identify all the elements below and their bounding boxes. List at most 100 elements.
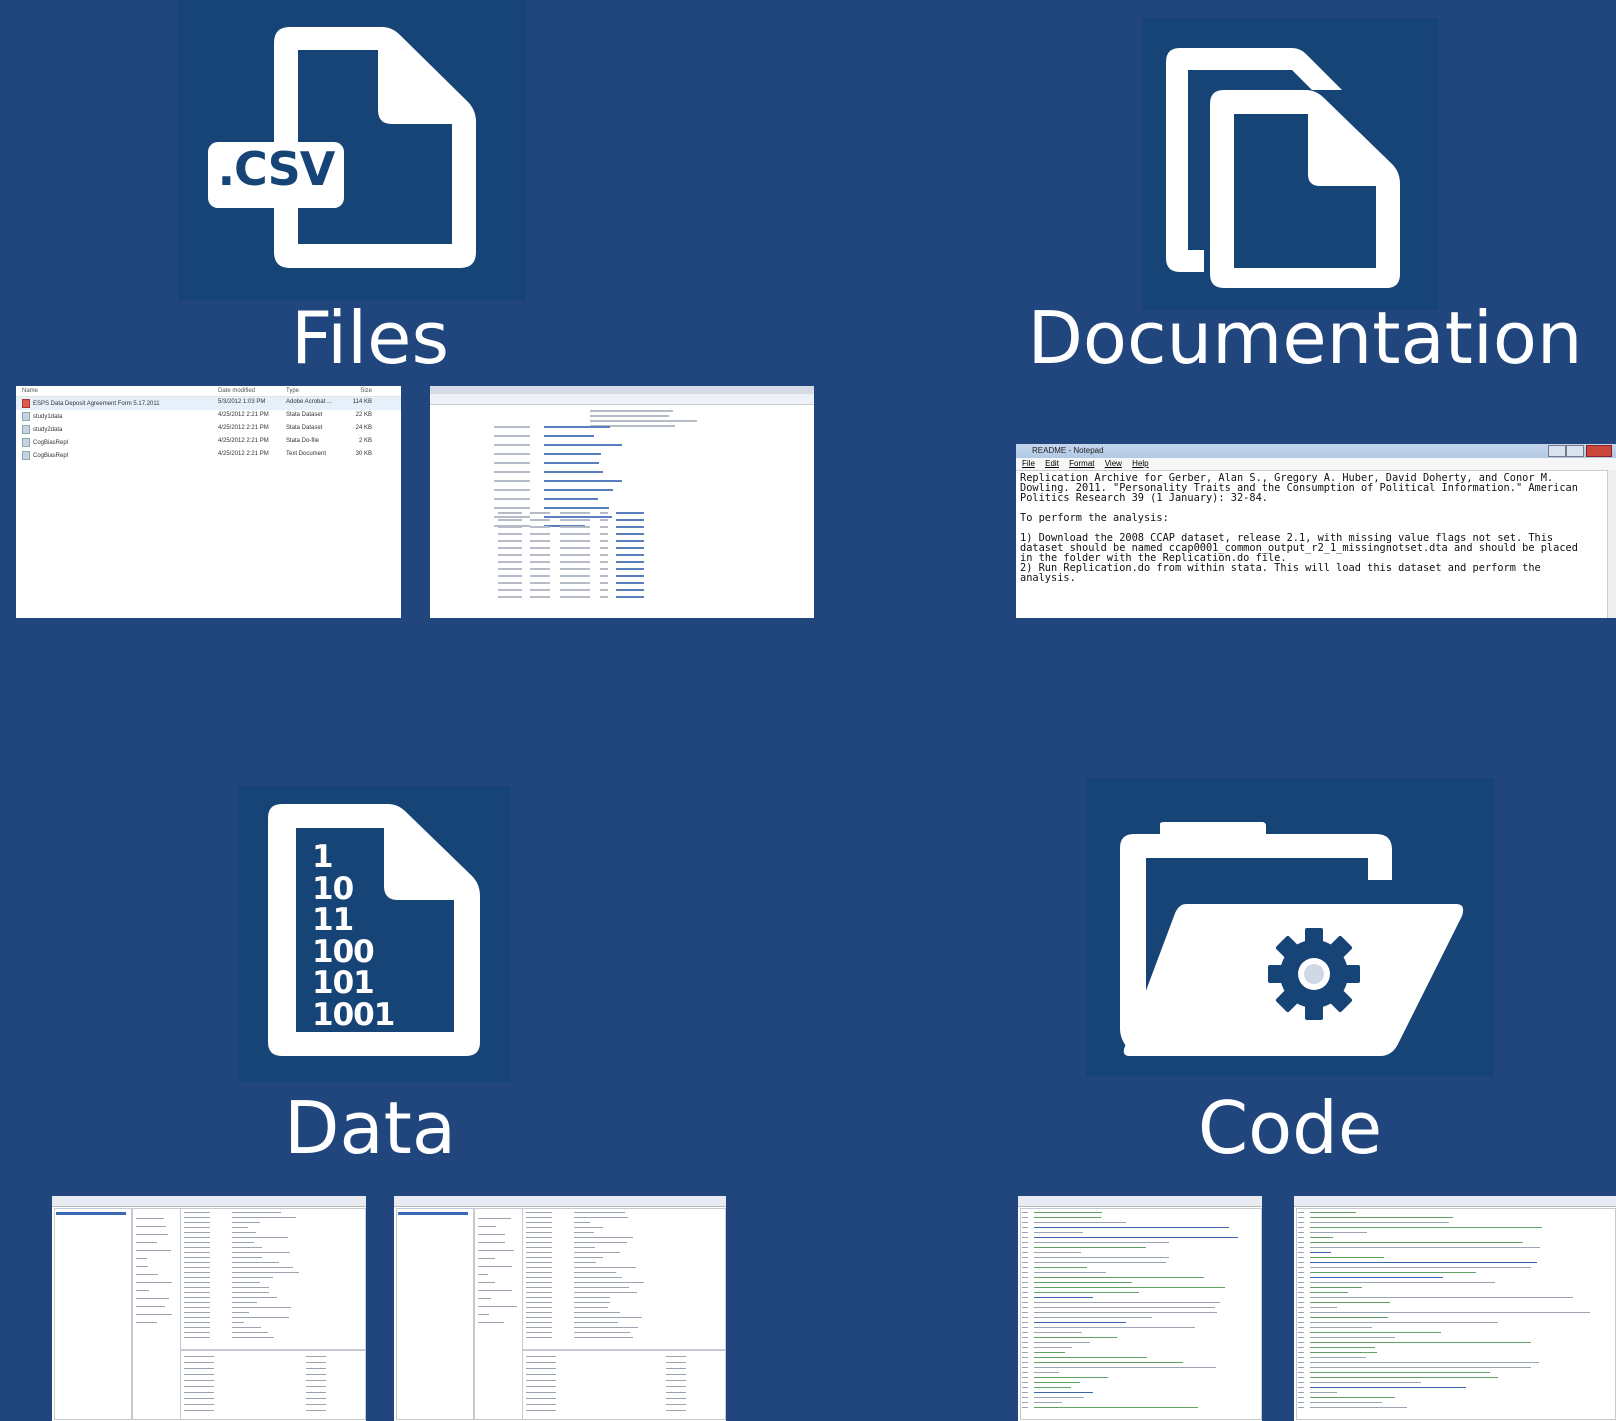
menu-view[interactable]: View [1105,459,1122,468]
text-line [616,596,644,598]
text-line [1022,1362,1028,1363]
text-line [574,1272,616,1273]
menu-file[interactable]: File [1022,459,1035,468]
text-line [136,1250,172,1251]
text-line [526,1398,556,1399]
text-line [526,1287,552,1288]
text-line [666,1404,686,1405]
text-line [1022,1312,1028,1313]
text-line [526,1222,552,1223]
text-line [1034,1402,1062,1403]
text-line [1298,1257,1304,1258]
text-line [526,1232,552,1233]
browser-tab-bar [430,386,814,394]
text-line [136,1226,166,1227]
text-line [1034,1322,1126,1323]
file-row[interactable]: ESPS Data Deposit Agreement Form 5.17.20… [16,397,401,410]
text-line [1034,1387,1072,1388]
text-line [530,526,550,528]
text-line [1022,1212,1028,1213]
text-line [574,1307,608,1308]
text-line [478,1226,497,1227]
text-line [306,1410,326,1411]
text-line [1022,1232,1028,1233]
text-line [600,547,608,549]
text-line [600,575,608,577]
text-line [136,1274,159,1275]
text-line [574,1292,638,1293]
text-line [56,1212,126,1215]
text-line [494,426,530,428]
text-line [526,1227,552,1228]
text-line [526,1292,552,1293]
text-line [526,1332,552,1333]
scrollbar[interactable] [1607,470,1616,618]
text-line [232,1252,291,1253]
text-line [530,540,550,542]
text-line [1022,1267,1028,1268]
file-row[interactable]: study1data 4/25/2012 2:21 PM Stata Datas… [16,410,401,423]
text-line [574,1252,621,1253]
text-line [544,435,595,437]
menu-help[interactable]: Help [1132,459,1148,468]
text-line [1022,1407,1028,1408]
text-line [1034,1297,1094,1298]
text-line [600,568,608,570]
text-line [1310,1302,1391,1303]
close-button[interactable] [1586,445,1612,457]
text-line [574,1317,642,1318]
text-line [494,435,530,437]
text-line [526,1277,552,1278]
maximize-button[interactable] [1566,445,1584,457]
window-pane [180,1208,366,1350]
text-line [184,1237,210,1238]
file-row[interactable]: study2data 4/25/2012 2:21 PM Stata Datas… [16,423,401,436]
text-line [1034,1282,1132,1283]
text-line [1310,1307,1337,1308]
menu-format[interactable]: Format [1069,459,1094,468]
text-line [184,1267,210,1268]
notepad-text[interactable]: Replication Archive for Gerber, Alan S.,… [1016,471,1616,585]
text-line [574,1267,636,1268]
text-line [560,547,590,549]
text-line [1022,1347,1028,1348]
text-line [574,1247,596,1248]
text-line [498,526,522,528]
minimize-button[interactable] [1548,445,1566,457]
text-line [526,1267,552,1268]
text-line [1022,1337,1028,1338]
text-line [494,444,530,446]
text-line [574,1337,633,1338]
text-line [184,1380,214,1381]
text-line [1310,1322,1499,1323]
menu-edit[interactable]: Edit [1045,459,1059,468]
text-line [184,1368,214,1369]
file-row[interactable]: CogBiasRepl 4/25/2012 2:21 PM Stata Do-f… [16,436,401,449]
text-line [544,471,604,473]
text-line [184,1356,214,1357]
text-line [666,1380,686,1381]
text-line [232,1232,256,1233]
text-line [232,1212,281,1213]
text-line [232,1227,249,1228]
text-line [1310,1247,1541,1248]
text-line [1310,1287,1362,1288]
text-line [530,519,550,521]
file-row[interactable]: CogBiasRepl 4/25/2012 2:21 PM Text Docum… [16,449,401,462]
binary-digits: 1 10 11 100 101 1001 [312,841,395,1031]
text-line [1034,1262,1166,1263]
text-line [526,1404,556,1405]
text-line [530,568,550,570]
text-line [526,1257,552,1258]
text-line [184,1272,210,1273]
text-line [478,1322,504,1323]
text-line [1298,1247,1304,1248]
text-line [526,1297,552,1298]
text-line [232,1287,270,1288]
text-line [1310,1232,1367,1233]
text-line [574,1242,628,1243]
text-line [574,1237,634,1238]
text-line [1310,1372,1491,1373]
text-line [184,1222,210,1223]
text-line [306,1398,326,1399]
